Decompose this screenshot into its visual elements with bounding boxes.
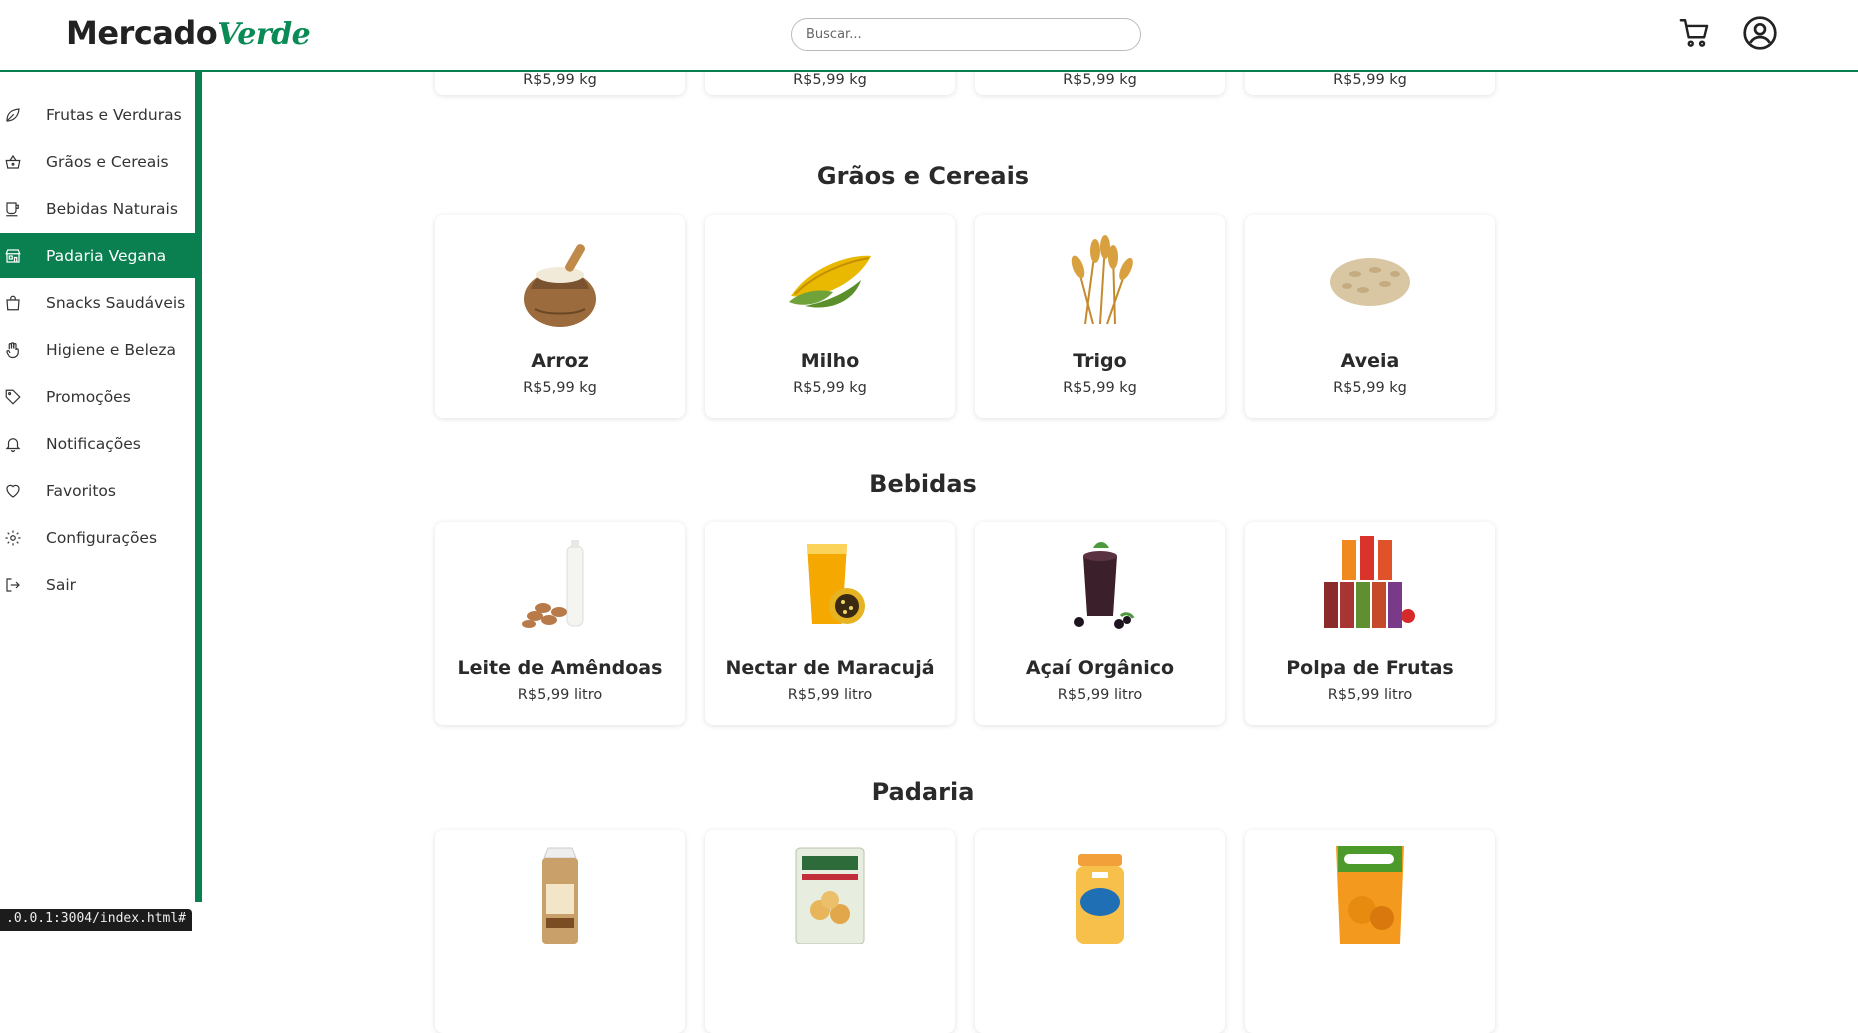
- product-card[interactable]: Milho R$5,99 kg: [705, 215, 955, 418]
- product-card[interactable]: [975, 830, 1225, 1033]
- product-price: R$5,99 litro: [1327, 687, 1413, 703]
- bag-icon: [0, 294, 46, 312]
- cup-icon: [0, 200, 46, 218]
- sidebar-item-label: Padaria Vegana: [46, 246, 167, 265]
- search-input[interactable]: [791, 18, 1141, 51]
- sidebar-item-higiene-e-beleza[interactable]: Higiene e Beleza: [0, 327, 195, 372]
- sidebar-item-bebidas-naturais[interactable]: Bebidas Naturais: [0, 186, 195, 231]
- oats-image: [1320, 229, 1420, 329]
- bell-icon: [0, 435, 46, 453]
- product-name: Açaí Orgânico: [1025, 657, 1175, 679]
- logout-icon: [0, 576, 46, 594]
- passionfruit-juice-image: [780, 536, 880, 636]
- product-price: R$5,99 litro: [1057, 687, 1143, 703]
- browser-status-url: .0.0.1:3004/index.html#: [0, 909, 193, 931]
- user-circle-icon[interactable]: [1741, 14, 1779, 52]
- bread-bag-image: [510, 844, 610, 944]
- product-card[interactable]: [435, 830, 685, 1033]
- product-price: R$5,99 kg: [1333, 380, 1407, 396]
- sidebar-item-sair[interactable]: Sair: [0, 562, 195, 607]
- product-card[interactable]: Leite de Amêndoas R$5,99 litro: [435, 522, 685, 725]
- sidebar-item-label: Snacks Saudáveis: [46, 293, 186, 312]
- product-card[interactable]: Aveia R$5,99 kg: [1245, 215, 1495, 418]
- product-price: R$5,99 kg: [1333, 72, 1407, 88]
- product-name: Nectar de Maracujá: [725, 657, 935, 679]
- sidebar-item-label: Higiene e Beleza: [46, 340, 177, 359]
- leaf-icon: [0, 106, 46, 124]
- sidebar-item-padaria-vegana[interactable]: Padaria Vegana: [0, 233, 195, 278]
- sidebar-item-graos-e-cereais[interactable]: Grãos e Cereais: [0, 139, 195, 184]
- product-card[interactable]: [705, 830, 955, 1033]
- tag-icon: [0, 388, 46, 406]
- wheat-image: [1050, 229, 1150, 329]
- brand-logo[interactable]: MercadoVerde: [66, 14, 311, 52]
- brand-name-part1: Mercado: [66, 14, 218, 52]
- corn-image: [780, 229, 880, 329]
- product-price: R$5,99 kg: [523, 380, 597, 396]
- store-icon: [0, 247, 46, 265]
- sidebar-item-label: Sair: [46, 575, 77, 594]
- hand-icon: [0, 341, 46, 359]
- heart-icon: [0, 482, 46, 500]
- section-title: Padaria: [871, 778, 975, 806]
- product-name: Trigo: [1073, 350, 1127, 372]
- product-name: Leite de Amêndoas: [457, 657, 663, 679]
- product-name: Arroz: [531, 350, 589, 372]
- product-name: Milho: [800, 350, 860, 372]
- product-price: R$5,99 kg: [793, 72, 867, 88]
- acai-image: [1050, 536, 1150, 636]
- product-card[interactable]: Arroz R$5,99 kg: [435, 215, 685, 418]
- jar-image: [1050, 844, 1150, 944]
- product-name: Aveia: [1340, 350, 1400, 372]
- section-title: Bebidas: [869, 470, 977, 498]
- sidebar: Frutas e Verduras Grãos e Cereais Bebida…: [0, 72, 202, 902]
- sidebar-item-favoritos[interactable]: Favoritos: [0, 468, 195, 513]
- fruit-pulp-image: [1320, 536, 1420, 636]
- cheese-bread-pack-image: [780, 844, 880, 944]
- top-header: MercadoVerde: [0, 0, 1858, 72]
- sidebar-item-notificacoes[interactable]: Notificações: [0, 421, 195, 466]
- cart-icon[interactable]: [1676, 14, 1714, 52]
- sidebar-item-configuracoes[interactable]: Configurações: [0, 515, 195, 560]
- product-card[interactable]: Polpa de Frutas R$5,99 litro: [1245, 522, 1495, 725]
- product-catalog: R$5,99 kg R$5,99 kg R$5,99 kg R$5,99 kg …: [202, 0, 1858, 1033]
- sidebar-item-label: Notificações: [46, 434, 141, 453]
- sidebar-item-label: Favoritos: [46, 481, 116, 500]
- product-card[interactable]: Açaí Orgânico R$5,99 litro: [975, 522, 1225, 725]
- product-name: Polpa de Frutas: [1286, 657, 1454, 679]
- almond-milk-image: [510, 536, 610, 636]
- product-price: R$5,99 kg: [1063, 380, 1137, 396]
- product-price: R$5,99 litro: [787, 687, 873, 703]
- sidebar-item-label: Promoções: [46, 387, 131, 406]
- sidebar-item-frutas-e-verduras[interactable]: Frutas e Verduras: [0, 92, 195, 137]
- product-card[interactable]: Nectar de Maracujá R$5,99 litro: [705, 522, 955, 725]
- product-price: R$5,99 kg: [1063, 72, 1137, 88]
- gear-icon: [0, 529, 46, 547]
- product-price: R$5,99 kg: [793, 380, 867, 396]
- sidebar-item-label: Grãos e Cereais: [46, 152, 169, 171]
- product-price: R$5,99 litro: [517, 687, 603, 703]
- product-card[interactable]: Trigo R$5,99 kg: [975, 215, 1225, 418]
- rice-sack-image: [510, 229, 610, 329]
- product-price: R$5,99 kg: [523, 72, 597, 88]
- snack-pack-image: [1320, 844, 1420, 944]
- sidebar-item-snacks-saudaveis[interactable]: Snacks Saudáveis: [0, 280, 195, 325]
- brand-name-part2: Verde: [217, 17, 311, 52]
- sidebar-item-promocoes[interactable]: Promoções: [0, 374, 195, 419]
- product-card[interactable]: [1245, 830, 1495, 1033]
- sidebar-item-label: Bebidas Naturais: [46, 199, 178, 218]
- section-title: Grãos e Cereais: [816, 162, 1030, 190]
- sidebar-item-label: Configurações: [46, 528, 158, 547]
- basket-icon: [0, 153, 46, 171]
- sidebar-item-label: Frutas e Verduras: [46, 105, 182, 124]
